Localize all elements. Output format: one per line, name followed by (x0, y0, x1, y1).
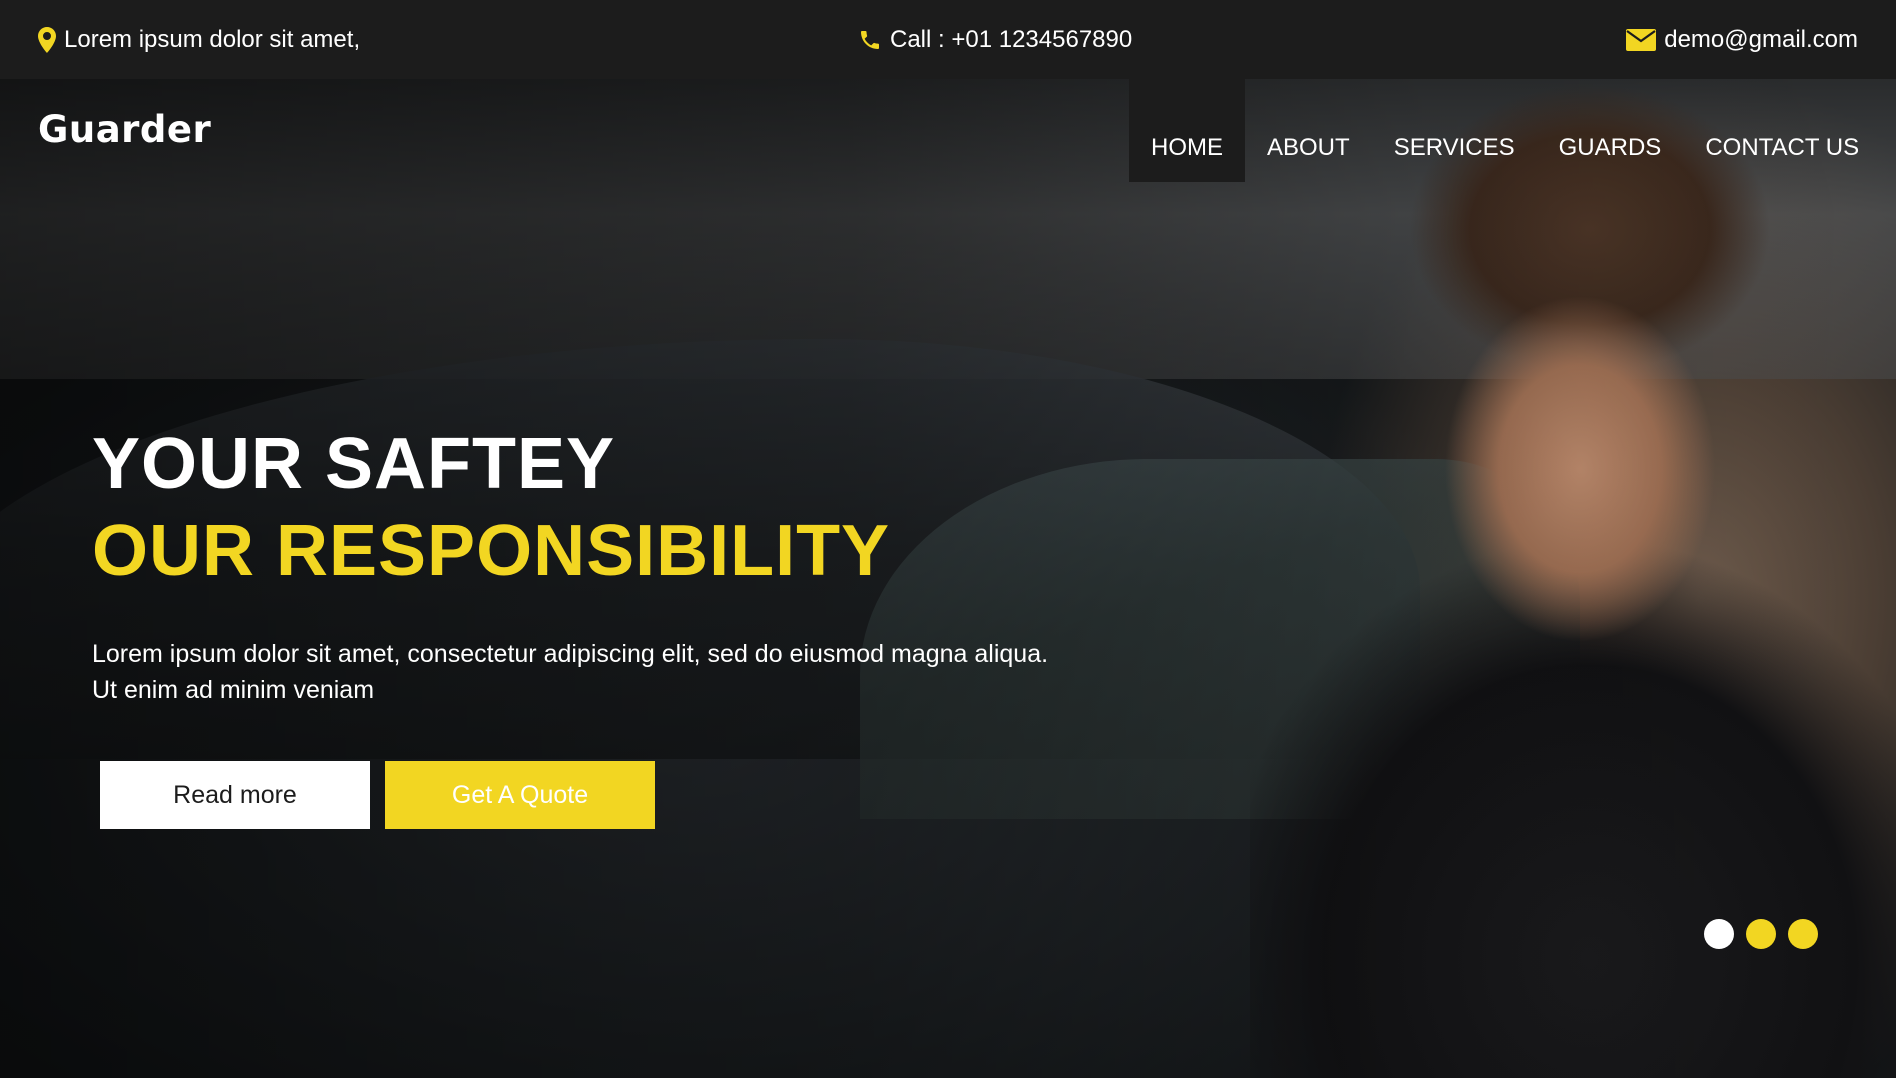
top-info-bar: Lorem ipsum dolor sit amet, Call : +01 1… (0, 0, 1896, 79)
address-text: Lorem ipsum dolor sit amet, (64, 25, 361, 53)
nav-item-home[interactable]: HOME (1129, 79, 1245, 182)
address-info: Lorem ipsum dolor sit amet, (38, 26, 360, 54)
get-a-quote-button[interactable]: Get A Quote (385, 761, 655, 829)
nav-item-contact-us[interactable]: CONTACT US (1683, 79, 1881, 182)
main-nav: HOME ABOUT SERVICES GUARDS CONTACT US (1129, 79, 1881, 182)
email-text: demo@gmail.com (1664, 25, 1858, 53)
nav-item-services[interactable]: SERVICES (1372, 79, 1537, 182)
read-more-button[interactable]: Read more (100, 761, 370, 829)
phone-info[interactable]: Call : +01 1234567890 (858, 0, 1132, 79)
nav-item-guards[interactable]: GUARDS (1537, 79, 1684, 182)
location-pin-icon (38, 26, 56, 53)
phone-icon (858, 28, 882, 52)
carousel-dot-3[interactable] (1788, 919, 1818, 949)
carousel-indicators (1704, 919, 1818, 949)
hero-lead-text: Lorem ipsum dolor sit amet, consectetur … (92, 640, 1049, 704)
envelope-icon (1626, 28, 1657, 51)
carousel-dot-1[interactable] (1704, 919, 1734, 949)
phone-text: Call : +01 1234567890 (890, 25, 1133, 53)
hero-title-line2: OUR RESPONSIBILITY (92, 511, 891, 591)
hero-title-line1: YOUR SAFTEY (92, 424, 616, 504)
carousel-dot-2[interactable] (1746, 919, 1776, 949)
brand-logo[interactable]: Guarder (38, 108, 211, 151)
nav-item-about[interactable]: ABOUT (1245, 79, 1372, 182)
email-info[interactable]: demo@gmail.com (1626, 26, 1858, 54)
